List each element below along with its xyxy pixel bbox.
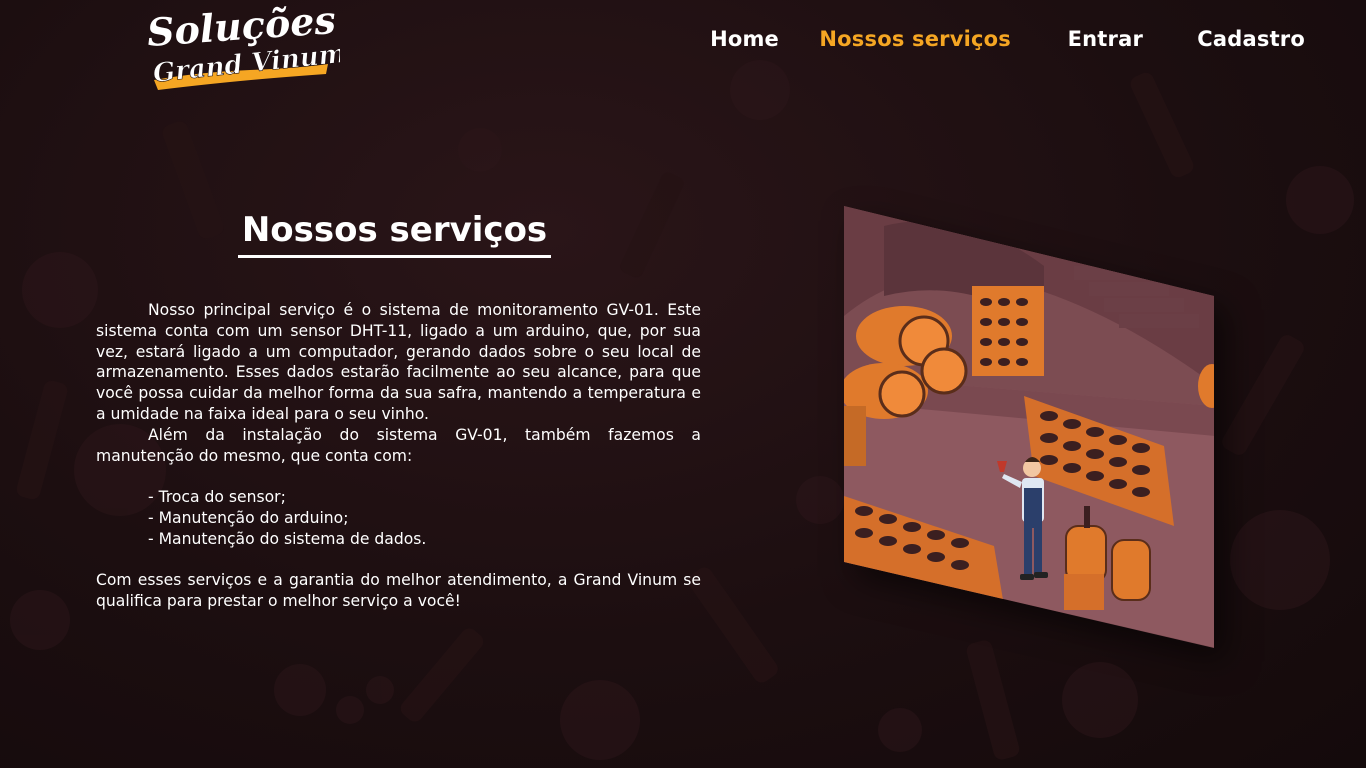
wine-cellar-illustration xyxy=(844,206,1216,648)
list-item: - Manutenção do arduino; xyxy=(148,508,349,527)
services-description: Nosso principal serviço é o sistema de m… xyxy=(96,300,701,612)
nav-services[interactable]: Nossos serviços xyxy=(819,22,1011,56)
nav-home[interactable]: Home xyxy=(710,22,779,56)
services-list: - Troca do sensor; - Manutenção do ardui… xyxy=(96,487,701,549)
nav-register[interactable]: Cadastro xyxy=(1197,22,1305,56)
nav-login[interactable]: Entrar xyxy=(1068,22,1143,56)
site-header: Soluções Grand Vinum Home Nossos serviço… xyxy=(0,0,1366,100)
page-title-wrapper: Nossos serviços xyxy=(238,206,551,258)
list-item: - Troca do sensor; xyxy=(148,488,286,507)
maintenance-paragraph: Além da instalação do sistema GV-01, tam… xyxy=(96,425,701,465)
list-item: - Manutenção do sistema de dados. xyxy=(148,529,427,548)
intro-paragraph: Nosso principal serviço é o sistema de m… xyxy=(96,301,701,423)
logo-icon[interactable]: Soluções Grand Vinum xyxy=(140,0,348,98)
closing-paragraph: Com esses serviços e a garantia do melho… xyxy=(96,571,701,611)
page-title: Nossos serviços xyxy=(241,210,548,250)
